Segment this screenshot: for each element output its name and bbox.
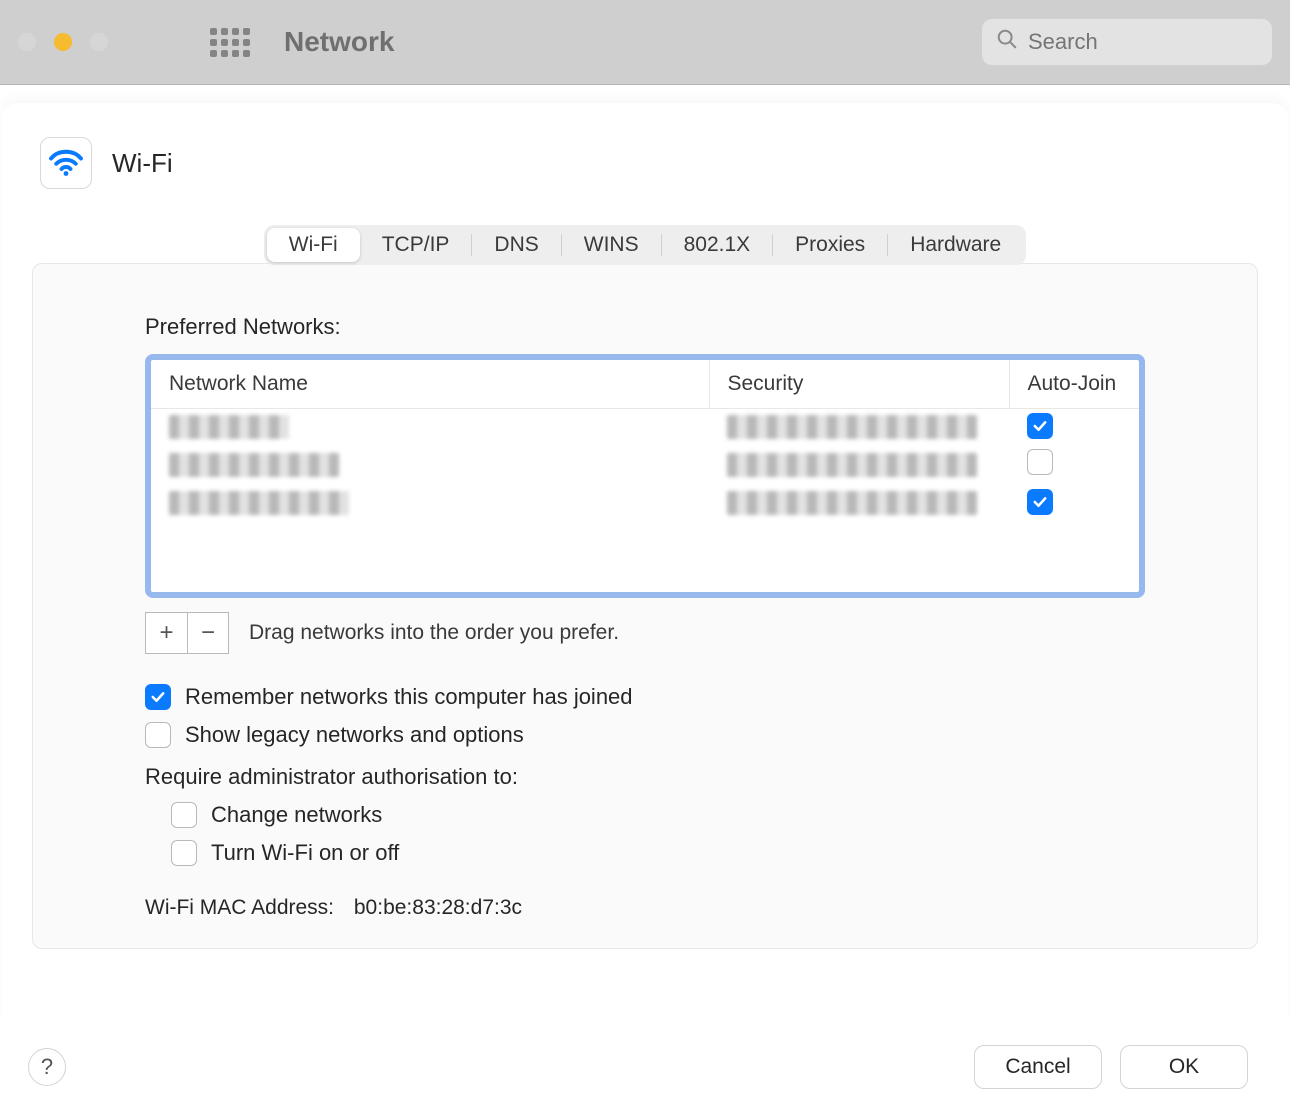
network-row[interactable]	[151, 485, 1139, 521]
auth-change-networks-option[interactable]: Change networks	[145, 802, 1145, 828]
ok-button[interactable]: OK	[1120, 1045, 1248, 1089]
require-auth-label: Require administrator authorisation to:	[145, 764, 518, 790]
show-legacy-checkbox[interactable]	[145, 722, 171, 748]
search-field[interactable]	[982, 19, 1272, 65]
cancel-button[interactable]: Cancel	[974, 1045, 1102, 1089]
zoom-window-button[interactable]	[90, 33, 108, 51]
preferred-networks-list[interactable]: Network Name Security Auto-Join	[145, 354, 1145, 598]
wifi-advanced-sheet: Wi-Fi Wi-FiTCP/IPDNSWINS802.1XProxiesHar…	[2, 103, 1288, 1023]
show-legacy-option[interactable]: Show legacy networks and options	[145, 722, 1145, 748]
auth-toggle-wifi-label: Turn Wi-Fi on or off	[211, 840, 399, 866]
tab-bar: Wi-FiTCP/IPDNSWINS802.1XProxiesHardware	[32, 225, 1258, 265]
window-title: Network	[284, 26, 394, 58]
remember-networks-label: Remember networks this computer has join…	[185, 684, 633, 710]
remember-networks-checkbox[interactable]	[145, 684, 171, 710]
preferred-networks-label: Preferred Networks:	[145, 314, 1145, 340]
auth-toggle-wifi-option[interactable]: Turn Wi-Fi on or off	[145, 840, 1145, 866]
network-security-redacted	[727, 453, 977, 477]
drag-hint: Drag networks into the order you prefer.	[249, 621, 619, 645]
show-legacy-label: Show legacy networks and options	[185, 722, 524, 748]
network-name-redacted	[169, 453, 339, 477]
tab-tcp-ip[interactable]: TCP/IP	[360, 228, 472, 262]
auto-join-checkbox[interactable]	[1027, 413, 1053, 439]
mac-address-line: Wi-Fi MAC Address: b0:be:83:28:d7:3c	[145, 896, 1145, 920]
mac-address-label: Wi-Fi MAC Address:	[145, 896, 334, 919]
wifi-panel: Preferred Networks: Network Name Securit…	[32, 263, 1258, 949]
network-security-redacted	[727, 491, 977, 515]
traffic-lights	[18, 33, 108, 51]
auth-change-networks-label: Change networks	[211, 802, 382, 828]
column-auto-join[interactable]: Auto-Join	[1009, 360, 1139, 409]
tab-wi-fi[interactable]: Wi-Fi	[267, 228, 360, 262]
help-button[interactable]: ?	[28, 1048, 66, 1086]
search-icon	[996, 28, 1018, 56]
auto-join-checkbox[interactable]	[1027, 449, 1053, 475]
remember-networks-option[interactable]: Remember networks this computer has join…	[145, 684, 1145, 710]
network-row[interactable]	[151, 445, 1139, 485]
sheet-footer: ? Cancel OK	[0, 1023, 1290, 1089]
add-network-button[interactable]: +	[145, 612, 187, 654]
tab-proxies[interactable]: Proxies	[773, 228, 887, 262]
column-security[interactable]: Security	[709, 360, 1009, 409]
network-security-redacted	[727, 415, 977, 439]
sheet-title: Wi-Fi	[112, 148, 173, 179]
tab-802-1x[interactable]: 802.1X	[662, 228, 773, 262]
show-all-prefs-button[interactable]	[210, 28, 250, 57]
tab-hardware[interactable]: Hardware	[888, 228, 1023, 262]
auth-toggle-wifi-checkbox[interactable]	[171, 840, 197, 866]
nav-arrows	[148, 30, 178, 54]
tab-dns[interactable]: DNS	[472, 228, 560, 262]
mac-address-value: b0:be:83:28:d7:3c	[354, 896, 522, 919]
tab-wins[interactable]: WINS	[562, 228, 661, 262]
search-input[interactable]	[1028, 29, 1258, 55]
auth-change-networks-checkbox[interactable]	[171, 802, 197, 828]
remove-network-button[interactable]: −	[187, 612, 229, 654]
wifi-icon	[40, 137, 92, 189]
minimize-window-button[interactable]	[54, 33, 72, 51]
network-name-redacted	[169, 415, 289, 439]
network-name-redacted	[169, 491, 349, 515]
titlebar: Network	[0, 0, 1290, 85]
close-window-button[interactable]	[18, 33, 36, 51]
column-network-name[interactable]: Network Name	[151, 360, 709, 409]
network-row[interactable]	[151, 409, 1139, 446]
auto-join-checkbox[interactable]	[1027, 489, 1053, 515]
